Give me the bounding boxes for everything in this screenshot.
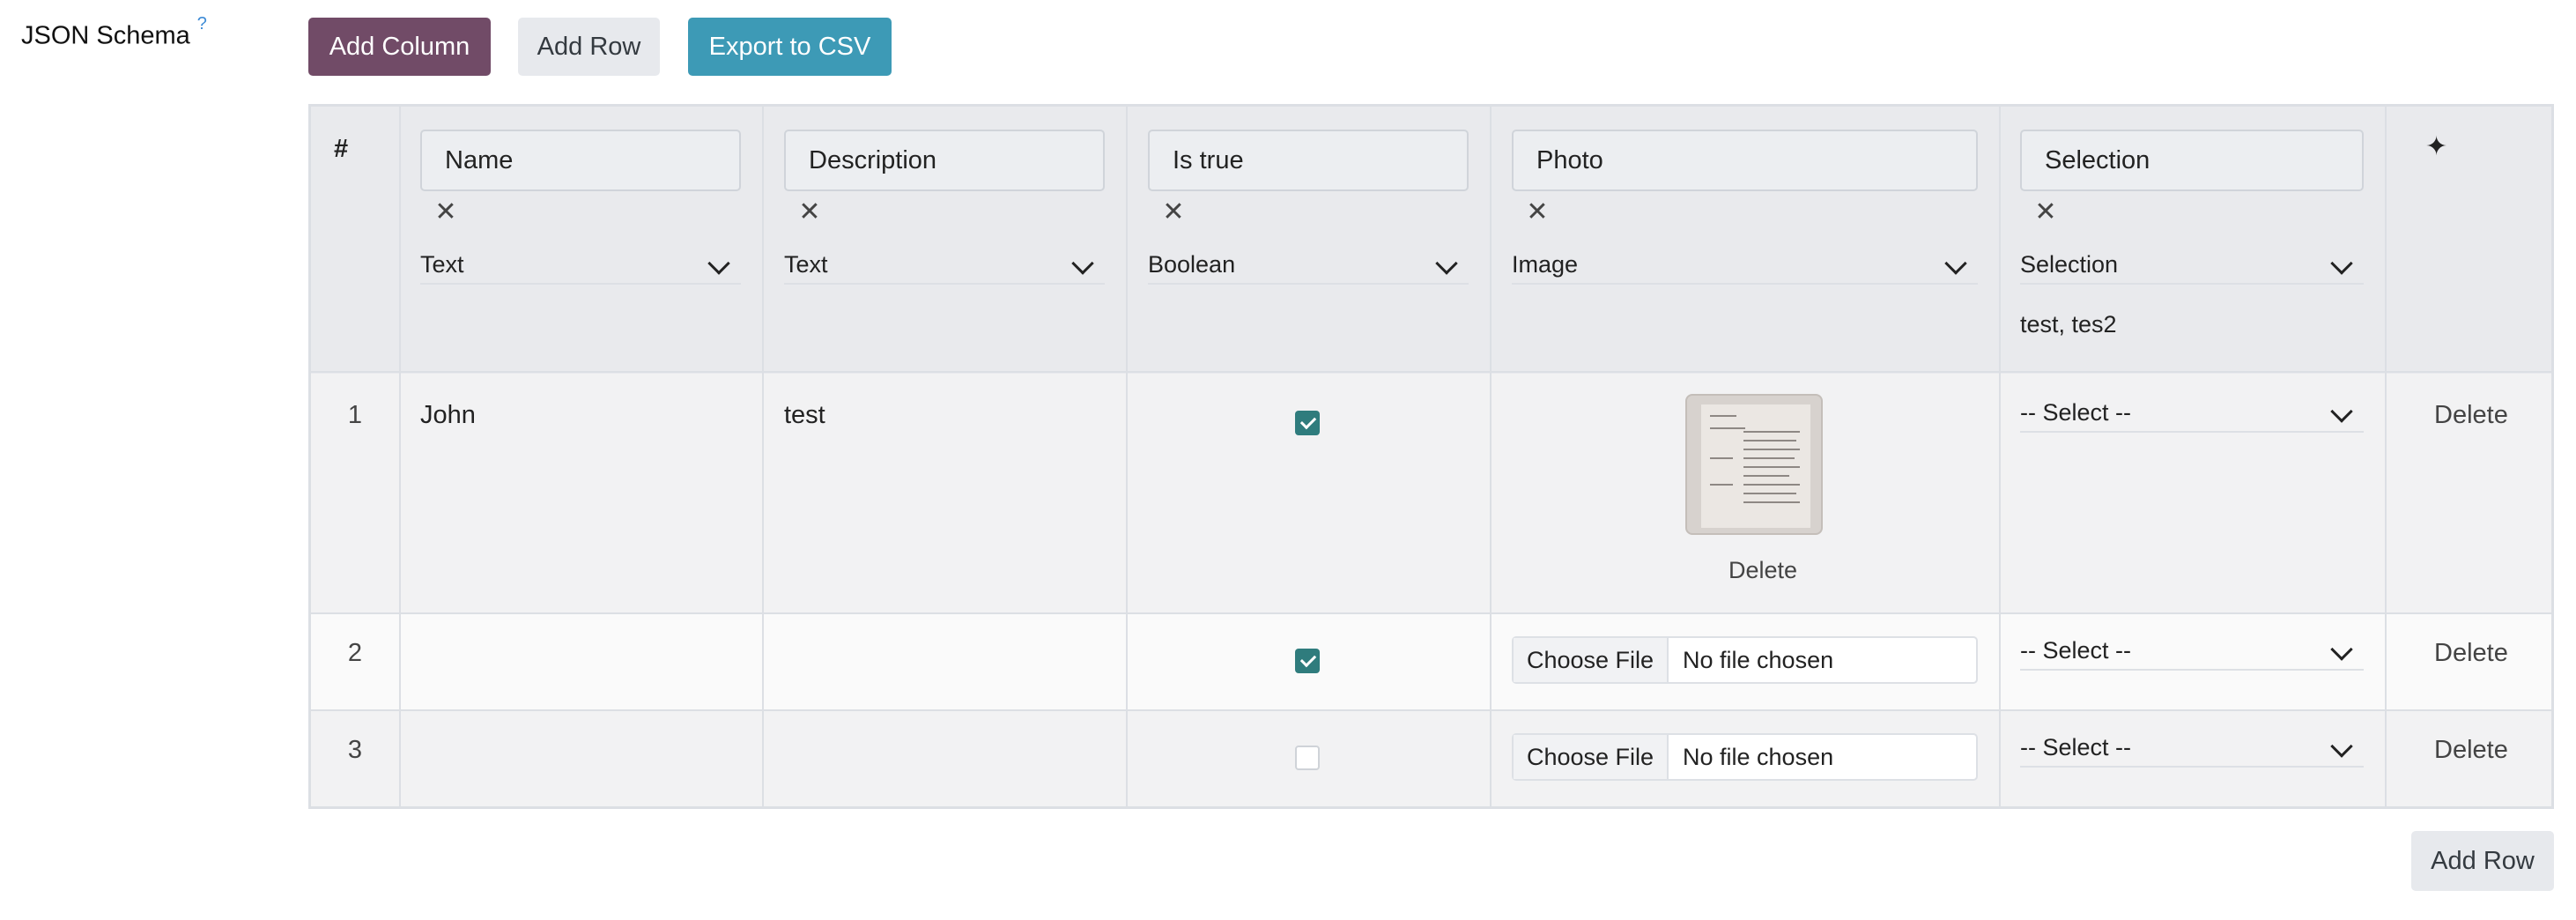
chevron-down-icon bbox=[2330, 400, 2353, 423]
row-divider bbox=[311, 709, 2551, 711]
column-type-value: Text bbox=[784, 250, 828, 278]
is-true-checkbox[interactable] bbox=[1295, 411, 1320, 435]
selection-select[interactable]: -- Select -- bbox=[2020, 632, 2364, 671]
chevron-down-icon bbox=[1435, 252, 1458, 275]
column-type-value: Image bbox=[1512, 250, 1579, 278]
remove-column-icon[interactable]: ✕ bbox=[796, 197, 823, 227]
row-number: 2 bbox=[347, 639, 363, 667]
column-divider bbox=[399, 107, 401, 806]
thumbnail-line bbox=[1743, 440, 1796, 441]
thumbnail-line bbox=[1710, 415, 1736, 417]
column-divider bbox=[1126, 107, 1128, 806]
sparkle-icon[interactable]: ✦ bbox=[2425, 131, 2447, 162]
delete-row-button[interactable]: Delete bbox=[2434, 401, 2508, 430]
column-type-select[interactable]: Boolean bbox=[1148, 246, 1469, 285]
thumbnail-line bbox=[1710, 457, 1733, 459]
row-number: 1 bbox=[347, 401, 363, 429]
chevron-down-icon bbox=[2330, 735, 2353, 758]
column-type-value: Selection bbox=[2020, 250, 2119, 278]
thumbnail-line bbox=[1743, 475, 1789, 477]
export-csv-button[interactable]: Export to CSV bbox=[688, 18, 892, 76]
schema-table: # ✦ Name ✕ Text Description ✕ Text Is tr… bbox=[308, 104, 2554, 809]
column-divider bbox=[2385, 107, 2387, 806]
selection-select-value: -- Select -- bbox=[2020, 733, 2132, 760]
column-type-select[interactable]: Text bbox=[784, 246, 1105, 285]
remove-column-icon[interactable]: ✕ bbox=[1160, 197, 1187, 227]
column-name-input[interactable]: Photo bbox=[1512, 130, 1978, 191]
column-name-input[interactable]: Description bbox=[784, 130, 1105, 191]
add-row-button[interactable]: Add Row bbox=[518, 18, 660, 76]
add-row-bottom-button[interactable]: Add Row bbox=[2411, 831, 2554, 891]
delete-row-button[interactable]: Delete bbox=[2434, 736, 2508, 765]
column-divider bbox=[762, 107, 764, 806]
column-type-value: Text bbox=[420, 250, 464, 278]
file-status-text: No file chosen bbox=[1683, 743, 1834, 770]
photo-thumbnail[interactable] bbox=[1685, 394, 1823, 535]
chevron-down-icon bbox=[707, 252, 730, 275]
chevron-down-icon bbox=[2330, 638, 2353, 661]
name-cell[interactable]: John bbox=[420, 401, 476, 430]
choose-file-button[interactable]: Choose File bbox=[1514, 735, 1669, 779]
thumbnail-line bbox=[1743, 501, 1800, 503]
selection-select[interactable]: -- Select -- bbox=[2020, 394, 2364, 433]
chevron-down-icon bbox=[1071, 252, 1094, 275]
index-header: # bbox=[334, 135, 349, 163]
thumbnail-line bbox=[1743, 449, 1800, 450]
chevron-down-icon bbox=[2330, 252, 2353, 275]
column-type-select[interactable]: Text bbox=[420, 246, 741, 285]
choose-file-button[interactable]: Choose File bbox=[1514, 638, 1669, 682]
column-type-value: Boolean bbox=[1148, 250, 1236, 278]
thumbnail-line bbox=[1710, 484, 1733, 486]
row-divider bbox=[311, 612, 2551, 614]
is-true-checkbox[interactable] bbox=[1295, 746, 1320, 770]
photo-file-input[interactable]: Choose File No file chosen bbox=[1512, 636, 1978, 684]
column-name-input[interactable]: Selection bbox=[2020, 130, 2364, 191]
thumbnail-line bbox=[1743, 493, 1796, 494]
delete-image-link[interactable]: Delete bbox=[1728, 557, 1797, 584]
column-type-select[interactable]: Selection bbox=[2020, 246, 2364, 285]
remove-column-icon[interactable]: ✕ bbox=[2032, 197, 2059, 227]
is-true-checkbox[interactable] bbox=[1295, 649, 1320, 673]
thumbnail-line bbox=[1743, 457, 1795, 459]
field-label-text: JSON Schema bbox=[21, 21, 190, 50]
thumbnail-line bbox=[1743, 431, 1800, 433]
column-name-input[interactable]: Is true bbox=[1148, 130, 1469, 191]
column-name-input[interactable]: Name bbox=[420, 130, 741, 191]
json-schema-label: JSON Schema? bbox=[21, 14, 207, 51]
column-type-select[interactable]: Image bbox=[1512, 246, 1978, 285]
column-divider bbox=[1999, 107, 2001, 806]
photo-file-input[interactable]: Choose File No file chosen bbox=[1512, 733, 1978, 781]
document-page-image bbox=[1701, 404, 1810, 528]
remove-column-icon[interactable]: ✕ bbox=[433, 197, 459, 227]
thumbnail-line bbox=[1743, 484, 1800, 486]
row-number: 3 bbox=[347, 736, 363, 764]
chevron-down-icon bbox=[1944, 252, 1967, 275]
remove-column-icon[interactable]: ✕ bbox=[1524, 197, 1551, 227]
description-cell[interactable]: test bbox=[784, 401, 825, 430]
help-tooltip-icon[interactable]: ? bbox=[197, 14, 207, 33]
add-column-button[interactable]: Add Column bbox=[308, 18, 491, 76]
delete-row-button[interactable]: Delete bbox=[2434, 639, 2508, 668]
column-divider bbox=[1490, 107, 1492, 806]
selection-select-value: -- Select -- bbox=[2020, 636, 2132, 664]
selection-options-text: test, tes2 bbox=[2020, 311, 2117, 338]
selection-select-value: -- Select -- bbox=[2020, 398, 2132, 426]
thumbnail-line bbox=[1710, 427, 1745, 429]
file-status-text: No file chosen bbox=[1683, 646, 1834, 673]
selection-select[interactable]: -- Select -- bbox=[2020, 729, 2364, 768]
thumbnail-line bbox=[1743, 466, 1800, 468]
row-divider bbox=[311, 371, 2551, 373]
